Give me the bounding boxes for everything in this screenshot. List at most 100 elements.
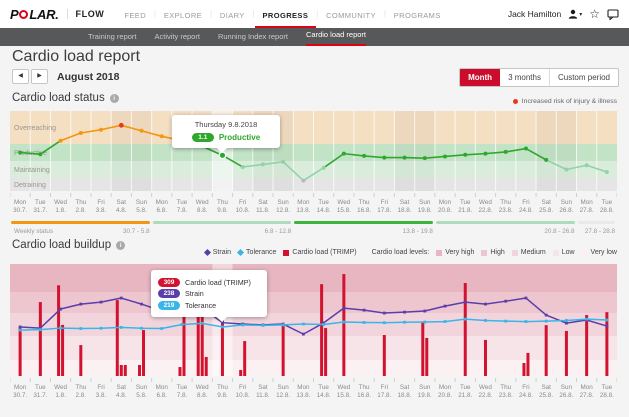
strain-point[interactable] [464, 301, 467, 304]
tolerance-point[interactable] [525, 320, 528, 323]
status-point[interactable] [362, 154, 366, 158]
status-point[interactable] [403, 156, 407, 160]
chat-icon[interactable] [607, 9, 619, 20]
tolerance-point[interactable] [201, 322, 204, 325]
status-point[interactable] [483, 152, 487, 156]
trimp-bar[interactable] [142, 330, 145, 376]
strain-point[interactable] [140, 303, 143, 306]
status-point[interactable] [301, 179, 305, 183]
range-button-3-months[interactable]: 3 months [500, 69, 549, 86]
info-icon[interactable]: i [116, 241, 125, 250]
status-point[interactable] [564, 168, 568, 172]
status-point[interactable] [382, 156, 386, 160]
trimp-bar[interactable] [342, 274, 345, 376]
status-point[interactable] [140, 129, 144, 133]
menu-item-community[interactable]: COMMUNITY [318, 1, 384, 28]
status-point[interactable] [524, 147, 528, 151]
strain-point[interactable] [605, 325, 608, 328]
tolerance-point[interactable] [342, 321, 345, 324]
strain-point[interactable] [79, 303, 82, 306]
tolerance-point[interactable] [79, 327, 82, 330]
status-point[interactable] [585, 163, 589, 167]
status-point[interactable] [99, 128, 103, 132]
tolerance-point[interactable] [221, 326, 224, 329]
strain-point[interactable] [383, 312, 386, 315]
subnav-item-cardio-load-report[interactable]: Cardio load report [306, 28, 366, 46]
strain-point[interactable] [484, 303, 487, 306]
strain-point[interactable] [525, 297, 528, 300]
strain-point[interactable] [565, 322, 568, 325]
status-point[interactable] [443, 154, 447, 158]
tolerance-point[interactable] [403, 321, 406, 324]
strain-point[interactable] [403, 311, 406, 314]
trimp-bar[interactable] [282, 324, 285, 376]
trimp-bar[interactable] [79, 345, 82, 376]
subnav-item-running-index-report[interactable]: Running Index report [218, 30, 288, 46]
status-point[interactable] [241, 165, 245, 169]
tolerance-point[interactable] [363, 321, 366, 324]
strain-point[interactable] [19, 326, 22, 329]
trimp-bar[interactable] [324, 328, 327, 376]
flow-label[interactable]: FLOW [67, 9, 105, 19]
tolerance-point[interactable] [484, 319, 487, 322]
tolerance-point[interactable] [59, 327, 62, 330]
status-point[interactable] [38, 152, 42, 156]
prev-period-button[interactable]: ◀ [12, 69, 29, 84]
tolerance-point[interactable] [302, 323, 305, 326]
strain-point[interactable] [100, 301, 103, 304]
tolerance-point[interactable] [241, 324, 244, 327]
trimp-bar[interactable] [120, 365, 123, 376]
trimp-bar[interactable] [19, 327, 22, 376]
trimp-bar[interactable] [526, 353, 529, 376]
strain-point[interactable] [342, 307, 345, 310]
menu-item-progress[interactable]: PROGRESS [255, 1, 317, 28]
status-point[interactable] [18, 151, 22, 155]
status-point[interactable] [160, 134, 164, 138]
subnav-item-activity-report[interactable]: Activity report [155, 30, 200, 46]
status-point[interactable] [342, 152, 346, 156]
strain-point[interactable] [423, 310, 426, 313]
strain-point[interactable] [363, 309, 366, 312]
status-point[interactable] [119, 123, 124, 128]
trimp-bar[interactable] [425, 338, 428, 376]
tolerance-point[interactable] [19, 329, 22, 332]
tolerance-point[interactable] [120, 326, 123, 329]
user-name[interactable]: Jack Hamilton [508, 9, 561, 19]
strain-point[interactable] [444, 305, 447, 308]
tolerance-point[interactable] [565, 319, 568, 322]
strain-point[interactable] [545, 314, 548, 317]
status-point[interactable] [281, 160, 285, 164]
trimp-bar[interactable] [484, 340, 487, 376]
status-point[interactable] [463, 153, 467, 157]
status-point[interactable] [423, 156, 427, 160]
status-point[interactable] [504, 150, 508, 154]
info-icon[interactable]: i [110, 94, 119, 103]
tolerance-point[interactable] [545, 320, 548, 323]
status-point[interactable] [59, 139, 63, 143]
tolerance-point[interactable] [39, 328, 42, 331]
tolerance-point[interactable] [423, 321, 426, 324]
tolerance-point[interactable] [464, 318, 467, 321]
tolerance-point[interactable] [282, 324, 285, 327]
trimp-bar[interactable] [239, 370, 242, 376]
trimp-bar[interactable] [61, 325, 64, 376]
trimp-bar[interactable] [605, 312, 608, 376]
tolerance-point[interactable] [383, 321, 386, 324]
strain-point[interactable] [302, 333, 305, 336]
trimp-bar[interactable] [57, 285, 60, 376]
next-period-button[interactable]: ▶ [31, 69, 48, 84]
trimp-bar[interactable] [585, 315, 588, 376]
account-menu-button[interactable]: ▾ [568, 9, 582, 19]
menu-item-feed[interactable]: FEED [116, 1, 154, 28]
trimp-bar[interactable] [39, 302, 42, 376]
trimp-bar[interactable] [320, 284, 323, 376]
trimp-bar[interactable] [464, 283, 467, 376]
polar-logo[interactable]: PLAR. [10, 7, 59, 22]
status-point[interactable] [605, 170, 609, 174]
tolerance-point[interactable] [585, 318, 588, 321]
trimp-bar[interactable] [522, 363, 525, 376]
tolerance-point[interactable] [140, 327, 143, 330]
favorites-star-icon[interactable]: ☆ [589, 8, 600, 20]
status-point-selected[interactable] [219, 152, 225, 158]
trimp-bar[interactable] [197, 308, 200, 376]
